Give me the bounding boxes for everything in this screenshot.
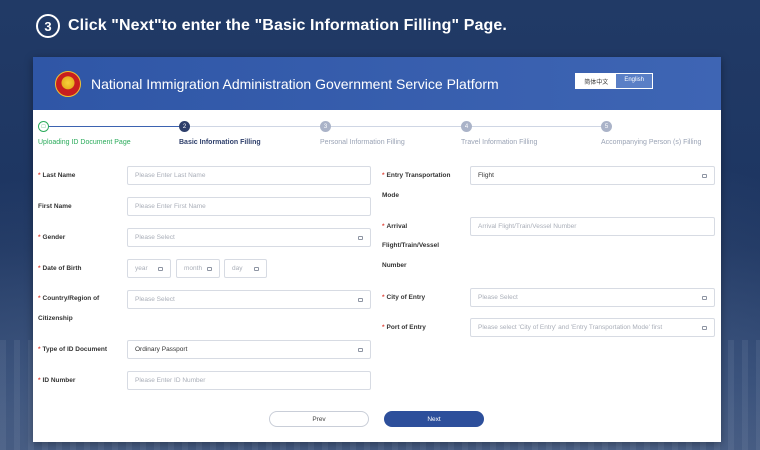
label-text: ID Number: [42, 377, 76, 384]
step-4-label: Travel Information Filling: [461, 139, 538, 146]
label-text: Entry Transportation: [386, 172, 451, 179]
gender-select[interactable]: Please Select: [127, 228, 371, 247]
arrival-label-line3: Number: [382, 262, 407, 269]
step-3-label: Personal Information Filling: [320, 139, 405, 146]
city-label: * City of Entry: [382, 293, 425, 303]
step-connector: [471, 126, 601, 127]
transport-label: * Entry Transportation: [382, 171, 450, 181]
dropdown-icon: [158, 267, 163, 271]
step-connector: [189, 126, 320, 127]
port-of-entry-select[interactable]: Please select 'City of Entry' and 'Entry…: [470, 318, 715, 337]
dropdown-icon: [702, 296, 707, 300]
required-marker: *: [38, 172, 41, 179]
last-name-input[interactable]: Please Enter Last Name: [127, 166, 371, 185]
step-2-dot: 2: [179, 121, 190, 132]
dob-label: * Date of Birth: [38, 264, 82, 274]
label-text: First Name: [38, 203, 72, 210]
transport-mode-select[interactable]: Flight: [470, 166, 715, 185]
first-name-input[interactable]: Please Enter First Name: [127, 197, 371, 216]
required-marker: *: [38, 265, 41, 272]
step-2-label: Basic Information Filling: [179, 139, 261, 146]
id-number-input[interactable]: Please Enter ID Number: [127, 371, 371, 390]
lang-chinese-button[interactable]: 简体中文: [576, 74, 617, 88]
label-text: Port of Entry: [386, 324, 426, 331]
label-text: Last Name: [42, 172, 76, 179]
transport-label-line2: Mode: [382, 192, 399, 199]
placeholder-text: month: [184, 265, 203, 272]
instruction-text: Click "Next"to enter the "Basic Informat…: [68, 17, 507, 34]
required-marker: *: [38, 346, 41, 353]
required-marker: *: [38, 377, 41, 384]
dropdown-icon: [358, 348, 363, 352]
required-marker: *: [382, 172, 385, 179]
required-marker: *: [38, 295, 41, 302]
dropdown-icon: [207, 267, 212, 271]
required-marker: *: [38, 234, 41, 241]
label-text: City of Entry: [386, 294, 426, 301]
required-marker: *: [382, 324, 385, 331]
placeholder-text: day: [232, 265, 243, 272]
arrival-label-line2: Flight/Train/Vessel: [382, 242, 440, 249]
step-3-dot: 3: [320, 121, 331, 132]
placeholder-text: Please Enter ID Number: [135, 377, 206, 384]
dob-day-select[interactable]: day: [224, 259, 267, 278]
gender-label: * Gender: [38, 233, 65, 243]
dropdown-icon: [358, 298, 363, 302]
step-1-check-icon: □: [38, 121, 49, 132]
selected-value: Ordinary Passport: [135, 346, 188, 353]
arrival-number-input[interactable]: Arrival Flight/Train/Vessel Number: [470, 217, 715, 236]
next-button[interactable]: Next: [384, 411, 484, 427]
dropdown-icon: [254, 267, 259, 271]
id-type-select[interactable]: Ordinary Passport: [127, 340, 371, 359]
label-text: Country/Region of: [42, 295, 100, 302]
selected-value: Flight: [478, 172, 494, 179]
instruction-header: 3 Click "Next"to enter the "Basic Inform…: [36, 12, 507, 40]
last-name-label: * Last Name: [38, 171, 75, 181]
prev-button[interactable]: Prev: [269, 411, 369, 427]
arrival-label: * Arrival: [382, 222, 407, 232]
step-number-badge: 3: [36, 14, 60, 38]
country-label: * Country/Region of: [38, 294, 99, 304]
step-1-label: Uploading ID Document Page: [38, 139, 131, 146]
progress-steps: □ 2 3 4 5 Uploading ID Document Page Bas…: [33, 119, 721, 149]
step-connector: [330, 126, 461, 127]
placeholder-text: Please Select: [135, 234, 175, 241]
label-text: Date of Birth: [42, 265, 82, 272]
dob-year-select[interactable]: year: [127, 259, 171, 278]
lang-english-button[interactable]: English: [616, 74, 652, 88]
step-4-dot: 4: [461, 121, 472, 132]
dropdown-icon: [702, 174, 707, 178]
step-5-label: Accompanying Person (s) Filling: [601, 139, 702, 146]
label-text: Gender: [42, 234, 66, 241]
placeholder-text: Please Enter Last Name: [135, 172, 206, 179]
placeholder-text: Please Select: [135, 296, 175, 303]
id-number-label: * ID Number: [38, 376, 75, 386]
application-window: National Immigration Administration Gove…: [33, 57, 721, 442]
dropdown-icon: [358, 236, 363, 240]
placeholder-text: Please Enter First Name: [135, 203, 206, 210]
id-type-label: * Type of ID Document: [38, 345, 107, 355]
placeholder-text: Please select 'City of Entry' and 'Entry…: [478, 324, 663, 331]
placeholder-text: Arrival Flight/Train/Vessel Number: [478, 223, 577, 230]
dropdown-icon: [702, 326, 707, 330]
label-text: Type of ID Document: [42, 346, 108, 353]
required-marker: *: [382, 223, 385, 230]
step-5-dot: 5: [601, 121, 612, 132]
country-label-line2: Citizenship: [38, 315, 73, 322]
placeholder-text: year: [135, 265, 148, 272]
platform-title: National Immigration Administration Gove…: [91, 75, 499, 92]
language-switch: 简体中文 English: [575, 73, 653, 89]
dob-month-select[interactable]: month: [176, 259, 220, 278]
national-emblem-icon: [55, 70, 81, 97]
country-select[interactable]: Please Select: [127, 290, 371, 309]
placeholder-text: Please Select: [478, 294, 518, 301]
city-of-entry-select[interactable]: Please Select: [470, 288, 715, 307]
label-text: Arrival: [386, 223, 408, 230]
platform-banner: National Immigration Administration Gove…: [33, 57, 721, 110]
step-connector: [47, 126, 184, 127]
port-label: * Port of Entry: [382, 323, 426, 333]
required-marker: *: [382, 294, 385, 301]
first-name-label: First Name: [38, 202, 72, 212]
